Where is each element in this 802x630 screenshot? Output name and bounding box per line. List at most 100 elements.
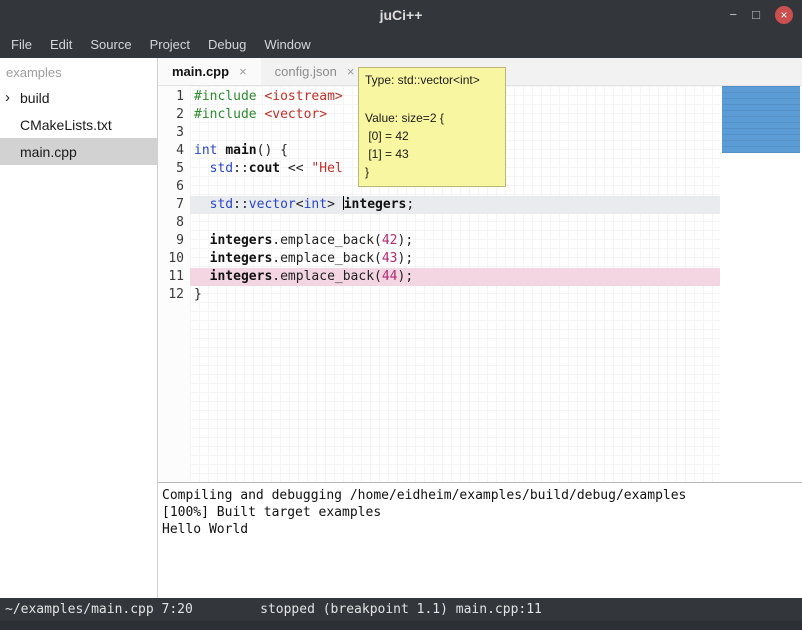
code-token: <: [296, 197, 304, 212]
line-number[interactable]: 2: [158, 106, 190, 124]
line-number[interactable]: 5: [158, 160, 190, 178]
expander-icon[interactable]: ›: [5, 90, 20, 105]
code-token: <<: [280, 161, 311, 176]
code-token: int: [304, 197, 327, 212]
window-controls: − □ ×: [730, 6, 802, 24]
tooltip-value-line: }: [365, 163, 499, 181]
line-number[interactable]: 3: [158, 124, 190, 142]
code-token: .emplace_back(: [272, 233, 382, 248]
code-token: );: [398, 269, 414, 284]
line-number[interactable]: 11: [158, 268, 190, 286]
code-line[interactable]: [190, 214, 720, 232]
file-tree: ›build CMakeLists.txt main.cpp: [0, 84, 157, 165]
code-token: [194, 161, 210, 176]
code-token: [194, 251, 210, 266]
code-token: cout: [249, 161, 280, 176]
status-file-position: ~/examples/main.cpp 7:20: [5, 602, 193, 617]
close-button[interactable]: ×: [775, 6, 793, 24]
code-token: );: [398, 233, 414, 248]
menu-item-edit[interactable]: Edit: [41, 32, 81, 57]
menu-item-source[interactable]: Source: [81, 32, 140, 57]
sidebar-item-cmakelists-txt[interactable]: CMakeLists.txt: [0, 111, 157, 138]
code-line[interactable]: std::vector<int> integers;: [190, 196, 720, 214]
tab-label: config.json: [275, 64, 337, 79]
code-token: ::: [233, 197, 249, 212]
overview-scrollbar[interactable]: [722, 86, 800, 153]
code-token: 43: [382, 251, 398, 266]
menu-item-debug[interactable]: Debug: [199, 32, 255, 57]
status-bar: ~/examples/main.cpp 7:20 stopped (breakp…: [0, 598, 802, 621]
output-line: [100%] Built target examples: [162, 504, 798, 521]
line-number[interactable]: 8: [158, 214, 190, 232]
code-token: int: [194, 143, 217, 158]
maximize-button[interactable]: □: [752, 6, 760, 24]
code-token: std: [210, 161, 233, 176]
line-number[interactable]: 4: [158, 142, 190, 160]
line-number[interactable]: 7: [158, 196, 190, 214]
output-line: Compiling and debugging /home/eidheim/ex…: [162, 487, 798, 504]
line-number[interactable]: 12: [158, 286, 190, 304]
tab-label: main.cpp: [172, 64, 229, 79]
code-token: vector: [249, 197, 296, 212]
code-token: #include: [194, 89, 257, 104]
tab-main-cpp[interactable]: main.cpp ×: [158, 58, 261, 85]
code-token: "Hel: [311, 161, 342, 176]
tab-close-icon[interactable]: ×: [347, 64, 355, 79]
code-token: integers: [210, 269, 273, 284]
code-line[interactable]: }: [190, 286, 720, 304]
file-label: main.cpp: [20, 144, 77, 160]
tooltip-value-line: Value: size=2 {: [365, 109, 499, 127]
tooltip-value-line: [0] = 42: [365, 127, 499, 145]
line-number[interactable]: 1: [158, 88, 190, 106]
titlebar: juCi++ − □ ×: [0, 0, 802, 30]
code-token: <vector>: [264, 107, 327, 122]
menu-bar: FileEditSourceProjectDebugWindow: [0, 30, 802, 58]
line-number[interactable]: 6: [158, 178, 190, 196]
status-debug-state: stopped (breakpoint 1.1) main.cpp:11: [260, 602, 542, 617]
code-token: );: [398, 251, 414, 266]
code-token: std: [210, 197, 233, 212]
code-token: [194, 233, 210, 248]
code-token: ::: [233, 161, 249, 176]
code-line[interactable]: integers.emplace_back(43);: [190, 250, 720, 268]
tooltip-value: Value: size=2 { [0] = 42 [1] = 43}: [365, 109, 499, 181]
menu-item-file[interactable]: File: [2, 32, 41, 57]
code-token: integers: [344, 197, 407, 212]
tooltip-value-line: [1] = 43: [365, 145, 499, 163]
code-token: ;: [406, 197, 414, 212]
minimize-button[interactable]: −: [730, 6, 738, 24]
code-token: [194, 269, 210, 284]
menu-item-project[interactable]: Project: [141, 32, 199, 57]
window-edge: [0, 621, 802, 630]
tooltip-type-line: Type: std::vector<int>: [365, 73, 499, 88]
tab-config-json[interactable]: config.json ×: [261, 58, 369, 85]
file-sidebar: examples ›build CMakeLists.txt main.cpp: [0, 58, 158, 598]
code-token: #include: [194, 107, 257, 122]
code-token: [194, 197, 210, 212]
code-token: integers: [210, 233, 273, 248]
file-label: build: [20, 90, 50, 106]
code-token: .emplace_back(: [272, 251, 382, 266]
project-name: examples: [0, 58, 157, 84]
code-token: () {: [257, 143, 288, 158]
menu-item-window[interactable]: Window: [255, 32, 319, 57]
code-token: integers: [210, 251, 273, 266]
code-line[interactable]: integers.emplace_back(44);: [190, 268, 720, 286]
file-label: CMakeLists.txt: [20, 117, 112, 133]
code-token: .emplace_back(: [272, 269, 382, 284]
code-token: main: [225, 143, 256, 158]
sidebar-item-main-cpp[interactable]: main.cpp: [0, 138, 157, 165]
output-console[interactable]: Compiling and debugging /home/eidheim/ex…: [158, 482, 802, 598]
overview-column: [720, 86, 802, 482]
code-token: <iostream>: [264, 89, 342, 104]
tab-close-icon[interactable]: ×: [239, 64, 247, 79]
output-line: Hello World: [162, 521, 798, 538]
sidebar-item-build[interactable]: ›build: [0, 84, 157, 111]
code-line[interactable]: integers.emplace_back(42);: [190, 232, 720, 250]
code-token: >: [327, 197, 343, 212]
line-number-gutter[interactable]: 123456789101112: [158, 86, 190, 482]
code-token: 44: [382, 269, 398, 284]
line-number[interactable]: 10: [158, 250, 190, 268]
code-token: }: [194, 287, 202, 302]
line-number[interactable]: 9: [158, 232, 190, 250]
